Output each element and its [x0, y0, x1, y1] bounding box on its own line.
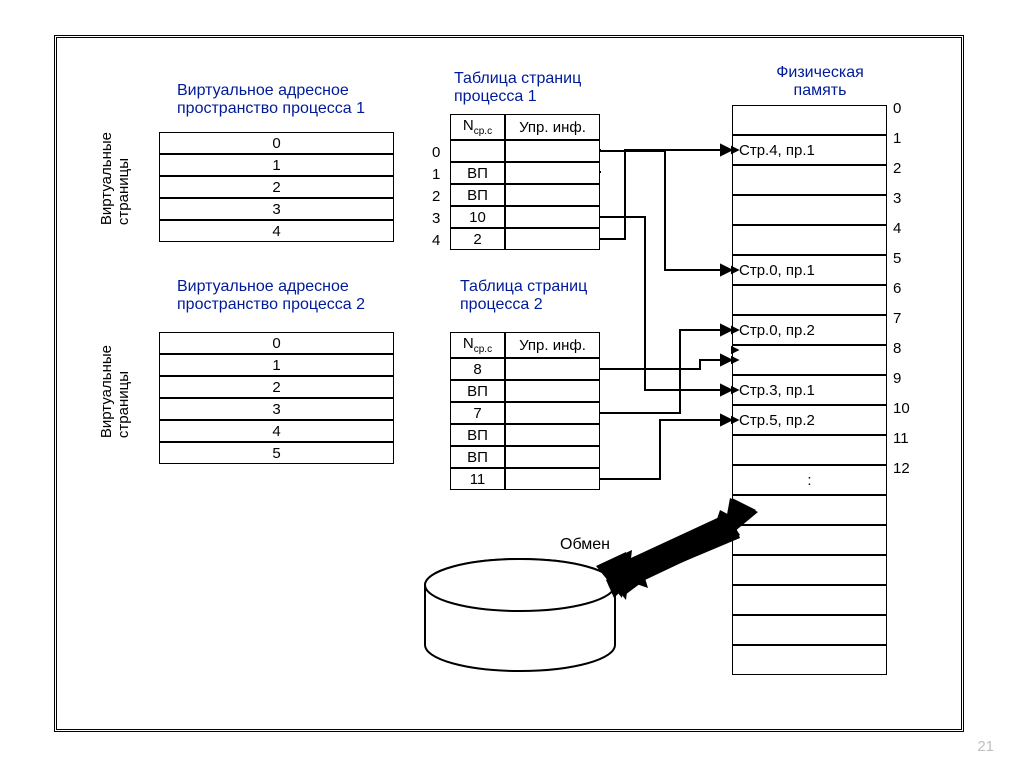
swap-label: Обмен	[560, 536, 610, 554]
diagram-stage: Виртуальное адресноепространство процесс…	[0, 0, 1024, 767]
page-number: 21	[977, 738, 994, 755]
connectors	[0, 0, 1024, 767]
